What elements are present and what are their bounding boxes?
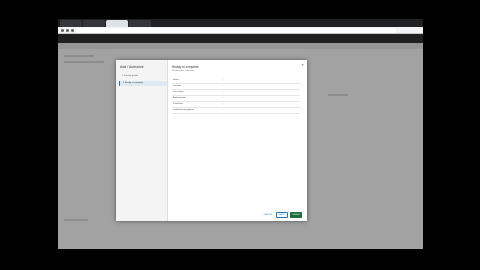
row-value: ... [222,91,224,93]
browser-tab-bar [58,19,423,27]
table-row: Certificate thumbprint... [172,108,300,114]
back-icon[interactable] [61,29,64,32]
step-label: 2 Ready to complete [123,82,144,84]
close-icon[interactable]: ✕ [301,63,304,67]
wizard-steps-pane: Add / Authorize 1 Provide details 2 Read… [116,60,168,221]
browser-tab[interactable] [129,20,151,27]
dialog-title: Add / Authorize [120,65,144,69]
browser-tab[interactable] [60,20,82,27]
finish-button[interactable]: FINISH [290,212,302,218]
add-authorize-dialog: Add / Authorize 1 Provide details 2 Read… [116,60,307,221]
cancel-button[interactable]: CANCEL [262,212,274,218]
url-input[interactable] [76,28,396,33]
browser-address-bar [58,27,423,34]
row-key: Certificate [173,103,183,105]
reload-icon[interactable] [71,29,74,32]
browser-tab-active[interactable] [106,20,128,27]
wizard-step-ready[interactable]: 2 Ready to complete [119,81,167,86]
row-value: ... [222,79,224,81]
step-title: Ready to complete [172,65,199,69]
wizard-step-provide-details[interactable]: 1 Provide details [119,74,167,79]
row-key: User name [173,91,184,93]
step-label: 1 Provide details [122,75,139,77]
step-subtitle: Review your selections [172,70,195,72]
browser-tab[interactable] [83,20,105,27]
summary-table: Name... Location... User name... Authori… [172,78,300,114]
row-value: ... [222,103,224,105]
row-value: ... [222,85,224,87]
wizard-content-pane: Ready to complete Review your selections… [169,60,307,221]
row-key: Location [173,85,182,87]
row-value: ... [222,97,224,99]
row-key: Authorization [173,97,186,99]
back-button[interactable]: BACK [276,212,288,218]
row-value: ... [222,109,224,111]
forward-icon[interactable] [66,29,69,32]
row-key: Certificate thumbprint [173,109,194,111]
row-key: Name [173,79,179,81]
dialog-footer: CANCEL BACK FINISH [116,209,307,221]
